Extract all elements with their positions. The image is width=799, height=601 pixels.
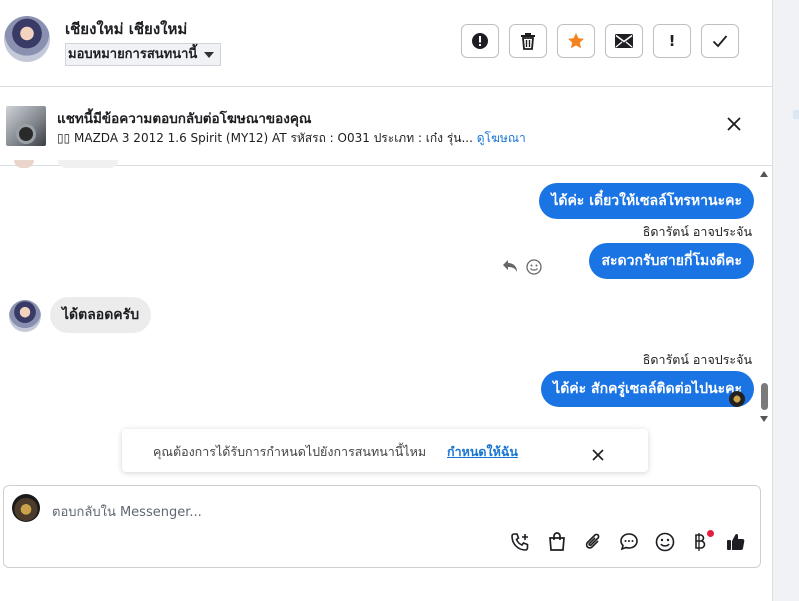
contact-avatar[interactable] [4, 16, 50, 62]
shop-button[interactable] [546, 531, 568, 557]
trash-icon [520, 32, 536, 50]
ad-banner-subtitle: ▯▯ MAZDA 3 2012 1.6 Spirit (MY12) AT รหั… [57, 129, 526, 148]
reply-input[interactable]: ตอบกลับใน Messenger... [52, 501, 202, 522]
assign-to-me-link[interactable]: กำหนดให้ฉัน [447, 442, 518, 462]
assign-label: มอบหมายการสนทนานี้ [68, 47, 198, 62]
scrollbar-thumb[interactable] [761, 383, 768, 410]
exclamation-icon: ! [668, 32, 676, 50]
paperclip-icon [584, 532, 602, 557]
alert-circle-icon [471, 32, 489, 50]
assignment-notice-text: คุณต้องการได้รับการกำหนดไปยังการสนทนานี้… [153, 444, 427, 459]
add-call-icon [510, 532, 530, 557]
chevron-down-icon [204, 51, 215, 58]
message-actions [502, 259, 542, 279]
reply-icon[interactable] [502, 259, 518, 279]
page-avatar [12, 494, 40, 522]
mark-done-button[interactable] [701, 24, 739, 58]
mark-unread-button[interactable] [605, 24, 643, 58]
ad-banner-title: แชทนี้มีข้อความตอบกลับต่อโฆษณาของคุณ [57, 111, 312, 127]
notification-dot [707, 530, 714, 537]
react-emoji-icon[interactable] [526, 259, 542, 279]
message-bubble-outgoing[interactable]: ได้ค่ะ เดี๋ยวให้เซลล์โทรหานะคะ [539, 183, 754, 219]
ad-description: ▯▯ MAZDA 3 2012 1.6 Spirit (MY12) AT รหั… [57, 131, 473, 145]
message-bubble-outgoing[interactable]: สะดวกรับสายกี่โมงดีคะ [589, 243, 754, 279]
mark-spam-button[interactable] [461, 24, 499, 58]
thumbs-up-icon [726, 532, 746, 557]
star-button[interactable] [557, 24, 595, 58]
scroll-up-icon[interactable] [760, 171, 768, 177]
follow-up-button[interactable]: ! [653, 24, 691, 58]
star-icon [567, 32, 585, 50]
reply-composer [3, 485, 761, 568]
view-ad-link[interactable]: ดูโฆษณา [477, 131, 526, 145]
mail-icon [615, 34, 633, 48]
chat-bubble-icon [619, 532, 639, 557]
shopping-bag-icon [548, 531, 566, 557]
send-like-button[interactable] [725, 533, 747, 555]
contact-name[interactable]: เชียงใหม่ เชียงใหม่ [65, 17, 187, 41]
close-notice-button[interactable] [592, 444, 604, 466]
message-bubble-incoming[interactable]: ได้ตลอดครับ [50, 297, 152, 333]
check-icon [712, 34, 728, 48]
delete-button[interactable] [509, 24, 547, 58]
close-icon [727, 112, 741, 137]
side-strip [772, 0, 799, 601]
contact-avatar-small [9, 300, 41, 332]
saved-replies-button[interactable] [618, 532, 640, 557]
attach-file-button[interactable] [582, 533, 604, 555]
scroll-down-icon[interactable] [760, 416, 768, 422]
message-sender: ธิดารัตน์ อาจประจัน [642, 352, 752, 367]
ad-thumbnail[interactable] [6, 106, 46, 146]
close-icon [592, 442, 604, 467]
previous-bubble-partial [58, 160, 118, 168]
message-sender: ธิดารัตน์ อาจประจัน [642, 224, 752, 239]
message-bubble-outgoing[interactable]: ได้ค่ะ สักครู่เซลล์ติดต่อไปนะคะ [541, 371, 754, 407]
emoji-icon [655, 532, 675, 557]
seen-avatar [729, 391, 745, 407]
car-wheel-image [16, 124, 36, 144]
assign-conversation-dropdown[interactable]: มอบหมายการสนทนานี้ [65, 43, 222, 66]
close-ad-banner-button[interactable] [727, 114, 741, 136]
add-call-button[interactable] [509, 532, 531, 557]
emoji-button[interactable] [654, 532, 676, 557]
baht-icon [693, 532, 707, 557]
side-strip-mark [793, 110, 799, 119]
